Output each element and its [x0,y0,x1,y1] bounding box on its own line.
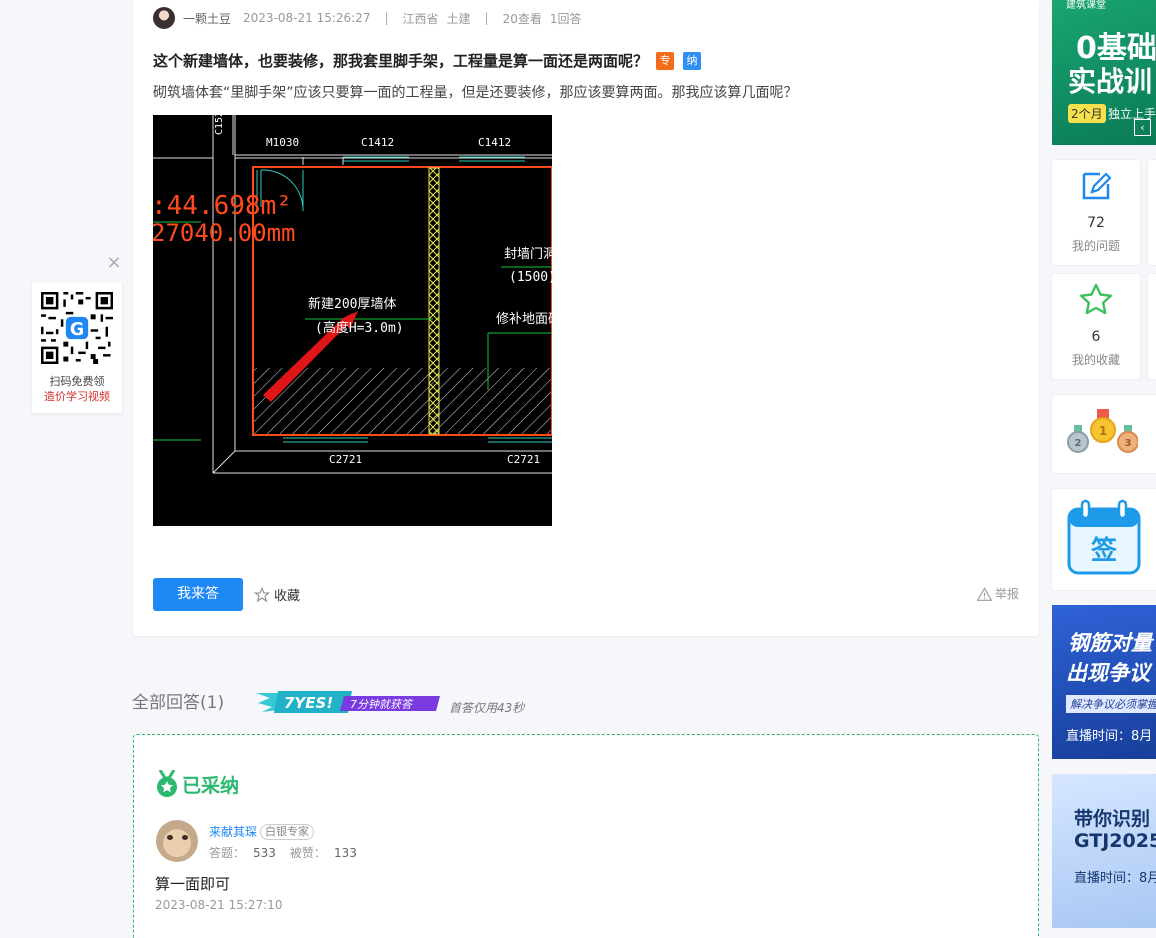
cad-label-height: (高度H=3.0m) [315,321,404,336]
banner1-line2: 出现争议 [1066,661,1150,685]
sidebar-tile-partial[interactable] [1148,160,1156,265]
my-favorites-count: 6 [1091,329,1101,345]
my-questions-label: 我的问题 [1071,239,1120,253]
view-count: 20查看 [502,11,542,26]
medals-icon: 2 1 3 [1067,409,1138,453]
question-card: 一颗土豆 2023-08-21 15:26:27 | 江西省 土建 | 20查看… [133,0,1039,636]
all-answers-title: 全部回答(1) [132,693,225,713]
my-favorites-label: 我的收藏 [1071,353,1120,367]
favorite-button[interactable]: 收藏 [254,585,300,604]
ranking-tile[interactable]: 2 1 3 [1052,395,1156,473]
sign-in-tile[interactable]: 签 [1052,489,1156,590]
pro-badge: 专 [656,51,675,70]
yes-subtext: 7分钟就获答 [350,698,414,711]
meta-separator: | [484,11,489,25]
cad-label-c1412: C1412 [361,136,395,149]
cad-area-text: :44.698m² [153,191,292,221]
first-answer-note: 首答仅用43秒 [449,701,525,715]
cad-label-c1412: C1412 [478,136,512,149]
question-title: 这个新建墙体，也要装修，那我套里脚手架，工程量是算一面还是两面呢？ 专 纳 [153,50,702,71]
my-favorites-tile[interactable]: 6 我的收藏 [1052,274,1140,379]
favorite-label: 收藏 [274,589,301,604]
question-meta: 一颗土豆 2023-08-21 15:26:27 | 江西省 土建 | 20查看… [153,7,582,29]
course-banner-line2: 实战训 [1068,65,1153,98]
cad-label-c2721: C2721 [507,453,541,466]
svg-text:G: G [70,320,84,340]
author-avatar[interactable] [153,7,175,29]
question-description: 砌筑墙体套“里脚手架”应该只要算一面的工程量，但是还要装修，那应该要算两面。那我… [153,85,798,101]
post-time: 2023-08-21 15:26:27 [243,11,371,25]
banner1-line4: 直播时间：8月 [1066,729,1153,744]
banner2-line1: 带你识别 [1074,808,1151,830]
answers-count: 533 [253,846,276,860]
course-banner[interactable]: 建筑课堂 0基础 实战训 2个月 独立上手 ‹ [1052,0,1156,145]
author-name[interactable]: 一颗土豆 [183,10,231,27]
edit-icon [1082,172,1112,200]
answer-time: 2023-08-21 15:27:10 [155,898,283,912]
my-questions-tile[interactable]: 72 我的问题 [1052,160,1140,265]
svg-text:3: 3 [1125,438,1132,449]
qr-code-icon: G [41,292,113,364]
answer-content: 算一面即可 [155,875,231,893]
cad-label-m1030: M1030 [266,136,300,149]
question-title-text: 这个新建墙体，也要装修，那我套里脚手架，工程量是算一面还是两面呢？ [153,52,649,70]
star-icon [1080,283,1112,315]
expert-tag: 白银专家 [260,823,315,840]
live-banner-rebar[interactable]: 钢筋对量 出现争议 解决争议必须掌握 直播时间：8月 [1052,605,1156,759]
category: 土建 [446,11,471,26]
medal-icon [157,770,177,797]
close-icon[interactable]: × [105,254,123,272]
report-label: 举报 [994,587,1019,601]
adopted-text: 已采纳 [182,774,240,797]
answers-label: 答题： [209,846,246,860]
live-banner-gtj[interactable]: 带你识别 GTJ2025 直播时间：8月 [1052,774,1156,928]
region: 江西省 [402,11,439,26]
banner1-line3: 解决争议必须掌握 [1066,695,1156,713]
cad-label-seal: 封墙门洞 [504,247,552,262]
likes-count: 133 [333,846,357,860]
sign-in-label: 签 [1091,535,1118,566]
my-questions-count: 72 [1087,215,1105,231]
cad-label-c2721: C2721 [329,453,363,466]
svg-text:1: 1 [1099,424,1107,438]
answer-count: 1回答 [549,11,582,26]
cad-label-new-wall: 新建200厚墙体 [308,297,397,312]
question-image[interactable]: :44.698m² 27040.00mm M1030 C1412 C1412 C… [153,115,552,526]
chevron-left-icon[interactable]: ‹ [1134,119,1151,136]
quick-answer-badge: 7YES! 7分钟就获答 [256,691,440,713]
answer-button[interactable]: 我来答 [153,578,243,611]
cad-length-text: 27040.00mm [153,219,296,247]
sidebar-tile-partial[interactable] [1148,274,1156,379]
cad-label-repair: 修补地面砖 [496,312,552,327]
qr-text-line1: 扫码免费领 [49,375,105,388]
course-duration-pill: 2个月 [1068,104,1106,123]
qr-widget[interactable]: G 扫码免费领 造价学习视频 [32,282,122,413]
cad-label-c152: C152 [214,115,225,135]
svg-text:2: 2 [1075,438,1082,449]
likes-label: 被赞： [289,846,326,860]
banner2-line3: 直播时间：8月 [1074,871,1156,886]
adopt-badge: 纳 [683,51,702,70]
answer-card: 已采纳 来献其琛 白银专家 答题： 533 被赞： 133 算一面即可 2023-08… [133,734,1039,938]
answerer: 来献其琛 白银专家 [209,823,315,840]
yes-text: 7YES! [284,694,333,712]
banner2-line2: GTJ2025 [1074,830,1156,852]
qr-text-line2: 造价学习视频 [44,390,110,403]
answerer-name[interactable]: 来献其琛 [209,823,257,840]
meta-separator: | [384,11,389,25]
answerer-stats: 答题： 533 被赞： 133 [209,844,371,861]
course-logo: 建筑课堂 [1066,0,1106,11]
banner1-line1: 钢筋对量 [1068,631,1152,655]
star-icon [254,586,270,602]
cad-label-1500: (1500) [509,270,552,285]
answerer-avatar[interactable] [156,820,198,862]
adopted-label: 已采纳 [156,770,239,798]
calendar-icon: 签 [1067,499,1141,575]
warning-icon [976,586,992,601]
report-link[interactable]: 举报 [976,585,1019,602]
